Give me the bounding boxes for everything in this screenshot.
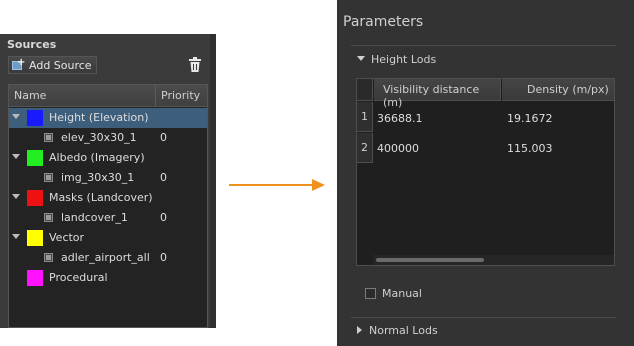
tree-item-label: Procedural bbox=[49, 271, 108, 284]
tree-item-procedural[interactable]: Procedural bbox=[9, 268, 207, 288]
masks-color-swatch bbox=[27, 190, 43, 206]
divider bbox=[351, 45, 616, 46]
expand-arrow-icon[interactable] bbox=[12, 154, 20, 159]
parameters-title: Parameters bbox=[343, 14, 424, 30]
child-priority: 0 bbox=[160, 131, 167, 144]
column-priority-header[interactable]: Priority bbox=[161, 89, 200, 102]
tree-item-masks[interactable]: Masks (Landcover) bbox=[9, 188, 207, 208]
flow-arrow-icon bbox=[229, 179, 325, 191]
manual-checkbox[interactable]: Manual bbox=[365, 287, 422, 300]
vector-color-swatch bbox=[27, 230, 43, 246]
child-label: landcover_1 bbox=[61, 211, 128, 224]
tree-item-label: Vector bbox=[49, 231, 85, 244]
row-header[interactable]: 2 bbox=[357, 133, 373, 163]
child-priority: 0 bbox=[160, 211, 167, 224]
tree-child-landcover[interactable]: landcover_1 0 bbox=[9, 208, 207, 228]
manual-label: Manual bbox=[382, 287, 422, 300]
tree-item-albedo[interactable]: Albedo (Imagery) bbox=[9, 148, 207, 168]
expand-arrow-icon[interactable] bbox=[12, 114, 20, 119]
add-source-label: Add Source bbox=[29, 58, 92, 72]
cell-visibility-distance[interactable]: 400000 bbox=[377, 142, 419, 155]
tree-child-img[interactable]: img_30x30_1 0 bbox=[9, 168, 207, 188]
tree-item-height[interactable]: Height (Elevation) bbox=[9, 108, 207, 128]
divider bbox=[351, 317, 616, 318]
horizontal-scrollbar[interactable] bbox=[373, 255, 614, 265]
tree-item-label: Albedo (Imagery) bbox=[49, 151, 145, 164]
cell-visibility-distance[interactable]: 36688.1 bbox=[377, 112, 423, 125]
sources-tree: Name Priority Height (Elevation) elev_30… bbox=[8, 84, 208, 328]
expand-arrow-icon[interactable] bbox=[12, 194, 20, 199]
child-priority: 0 bbox=[160, 171, 167, 184]
procedural-color-swatch bbox=[27, 270, 43, 286]
normal-lods-label: Normal Lods bbox=[369, 324, 438, 337]
height-lods-label: Height Lods bbox=[371, 53, 437, 66]
layer-checkbox[interactable] bbox=[44, 133, 53, 142]
scrollbar-thumb[interactable] bbox=[376, 258, 484, 262]
child-label: elev_30x30_1 bbox=[61, 131, 137, 144]
column-name-header[interactable]: Name bbox=[14, 89, 46, 102]
column-header-density[interactable]: Density (m/px) bbox=[502, 79, 614, 101]
panel-edge bbox=[210, 34, 216, 328]
tree-item-label: Masks (Landcover) bbox=[49, 191, 153, 204]
tree-header: Name Priority bbox=[9, 85, 207, 107]
layer-checkbox[interactable] bbox=[44, 213, 53, 222]
add-source-button[interactable]: + Add Source bbox=[8, 56, 97, 74]
cell-density[interactable]: 19.1672 bbox=[507, 112, 553, 125]
checkbox-box[interactable] bbox=[365, 288, 376, 299]
tree-child-adler[interactable]: adler_airport_all 0 bbox=[9, 248, 207, 268]
child-priority: 0 bbox=[160, 251, 167, 264]
normal-lods-section-header[interactable]: Normal Lods bbox=[357, 324, 438, 337]
add-source-icon: + bbox=[12, 58, 25, 71]
column-header-visibility[interactable]: Visibility distance (m) bbox=[374, 79, 501, 109]
chevron-down-icon bbox=[357, 56, 365, 61]
row-header[interactable]: 1 bbox=[357, 102, 373, 132]
trash-icon[interactable] bbox=[188, 57, 202, 73]
child-label: img_30x30_1 bbox=[61, 171, 135, 184]
height-lods-table: Visibility distance (m) Density (m/px) 1… bbox=[356, 78, 615, 266]
sources-title: Sources bbox=[7, 38, 57, 51]
child-label: adler_airport_all bbox=[61, 251, 150, 264]
layer-checkbox[interactable] bbox=[44, 253, 53, 262]
height-color-swatch bbox=[27, 110, 43, 126]
height-lods-section-header[interactable]: Height Lods bbox=[357, 53, 436, 66]
table-corner[interactable] bbox=[357, 79, 373, 101]
parameters-panel: Parameters Height Lods Visibility distan… bbox=[337, 0, 634, 346]
sources-panel: Sources + Add Source Name Priority Heigh… bbox=[0, 34, 216, 328]
layer-checkbox[interactable] bbox=[44, 173, 53, 182]
cell-density[interactable]: 115.003 bbox=[507, 142, 553, 155]
albedo-color-swatch bbox=[27, 150, 43, 166]
tree-item-label: Height (Elevation) bbox=[49, 111, 149, 124]
tree-item-vector[interactable]: Vector bbox=[9, 228, 207, 248]
expand-arrow-icon[interactable] bbox=[12, 234, 20, 239]
chevron-right-icon bbox=[357, 326, 362, 334]
tree-child-elev[interactable]: elev_30x30_1 0 bbox=[9, 128, 207, 148]
